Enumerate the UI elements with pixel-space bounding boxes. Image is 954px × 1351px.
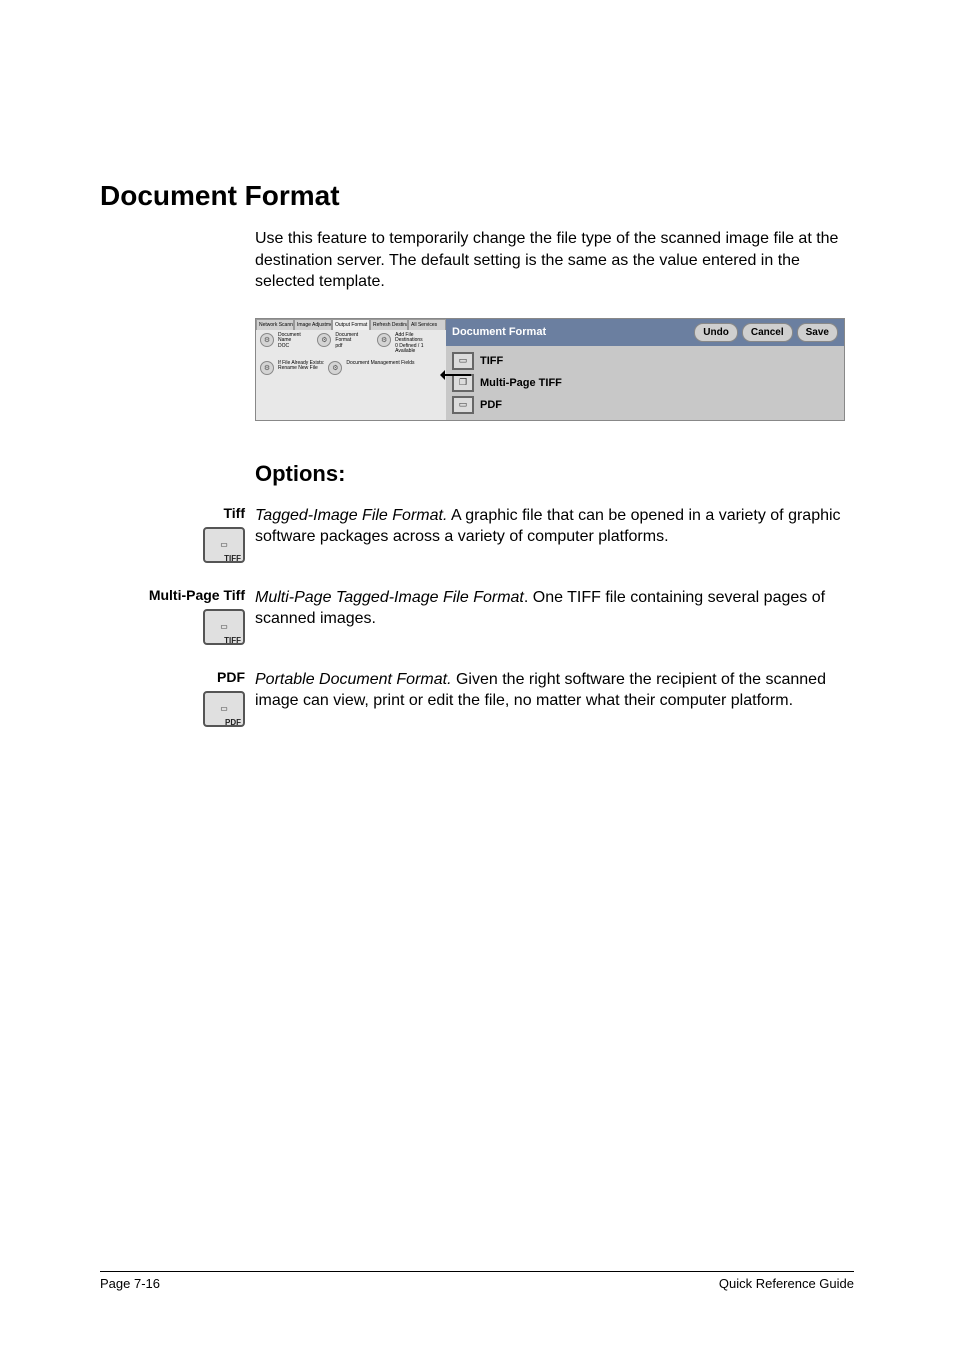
footer-guide-title: Quick Reference Guide — [719, 1276, 854, 1291]
small-label: If File Already Exists:Rename New File — [278, 361, 324, 375]
gear-icon: ⚙ — [260, 333, 274, 347]
document-type-icon: ▭ — [203, 691, 245, 727]
option-label: Multi-Page TIFF — [480, 377, 562, 389]
gear-icon: ⚙ — [317, 333, 331, 347]
small-label: Add File Destinations0 Defined / 1 Avail… — [395, 333, 442, 355]
page-icon: ▭ — [452, 396, 474, 414]
option-name-label: PDF — [100, 669, 245, 685]
tab-all-services: All Services — [408, 319, 446, 330]
mock-right-panel: Document Format Undo Cancel Save ▭ TIFF … — [446, 319, 844, 420]
tab-network-scanning: Network Scanning — [256, 319, 294, 330]
gear-icon: ⚙ — [377, 333, 391, 347]
option-name-label: Multi-Page Tiff — [100, 587, 245, 603]
options-heading: Options: — [255, 461, 854, 487]
mock-left-panel: Network Scanning Image Adjustment Output… — [256, 319, 446, 420]
option-tiff[interactable]: ▭ TIFF — [452, 352, 838, 370]
small-label: Document Formatpdf — [335, 333, 373, 355]
option-multipage-tiff[interactable]: ❐ Multi-Page TIFF — [452, 374, 838, 392]
pointer-arrow-icon — [441, 374, 471, 376]
option-description-block: Multi-Page Tiff ▭ Multi-Page Tagged-Image … — [100, 587, 854, 645]
small-label: Document NameDOC — [278, 333, 313, 355]
screenshot-mock: Network Scanning Image Adjustment Output… — [255, 318, 854, 421]
cancel-button[interactable]: Cancel — [742, 323, 793, 342]
option-description-text: Portable Document Format. Given the righ… — [255, 669, 854, 727]
tab-image-adjustment: Image Adjustment — [294, 319, 332, 330]
pages-icon: ❐ — [452, 374, 474, 392]
intro-paragraph: Use this feature to temporarily change t… — [255, 228, 854, 293]
page-heading: Document Format — [100, 180, 854, 212]
document-type-icon: ▭ — [203, 609, 245, 645]
option-description-text: Tagged-Image File Format. A graphic file… — [255, 505, 854, 563]
document-type-icon: ▭ — [203, 527, 245, 563]
save-button[interactable]: Save — [797, 323, 838, 342]
option-description-block: Tiff ▭ Tagged-Image File Format. A graphic… — [100, 505, 854, 563]
option-description-block: PDF ▭ Portable Document Format. Given the … — [100, 669, 854, 727]
tab-output-format: Output Format — [332, 319, 370, 330]
footer-page-number: Page 7-16 — [100, 1276, 160, 1291]
option-label: PDF — [480, 399, 502, 411]
option-label: TIFF — [480, 355, 503, 367]
option-name-label: Tiff — [100, 505, 245, 521]
gear-icon: ⚙ — [328, 361, 342, 375]
gear-icon: ⚙ — [260, 361, 274, 375]
page-footer: Page 7-16 Quick Reference Guide — [100, 1271, 854, 1291]
tab-refresh-destinations: Refresh Destinations — [370, 319, 408, 330]
option-description-text: Multi-Page Tagged-Image File Format. One… — [255, 587, 854, 645]
page-icon: ▭ — [452, 352, 474, 370]
panel-title: Document Format — [452, 326, 690, 338]
option-pdf[interactable]: ▭ PDF — [452, 396, 838, 414]
undo-button[interactable]: Undo — [694, 323, 738, 342]
small-label: Document Management Fields — [346, 361, 414, 375]
